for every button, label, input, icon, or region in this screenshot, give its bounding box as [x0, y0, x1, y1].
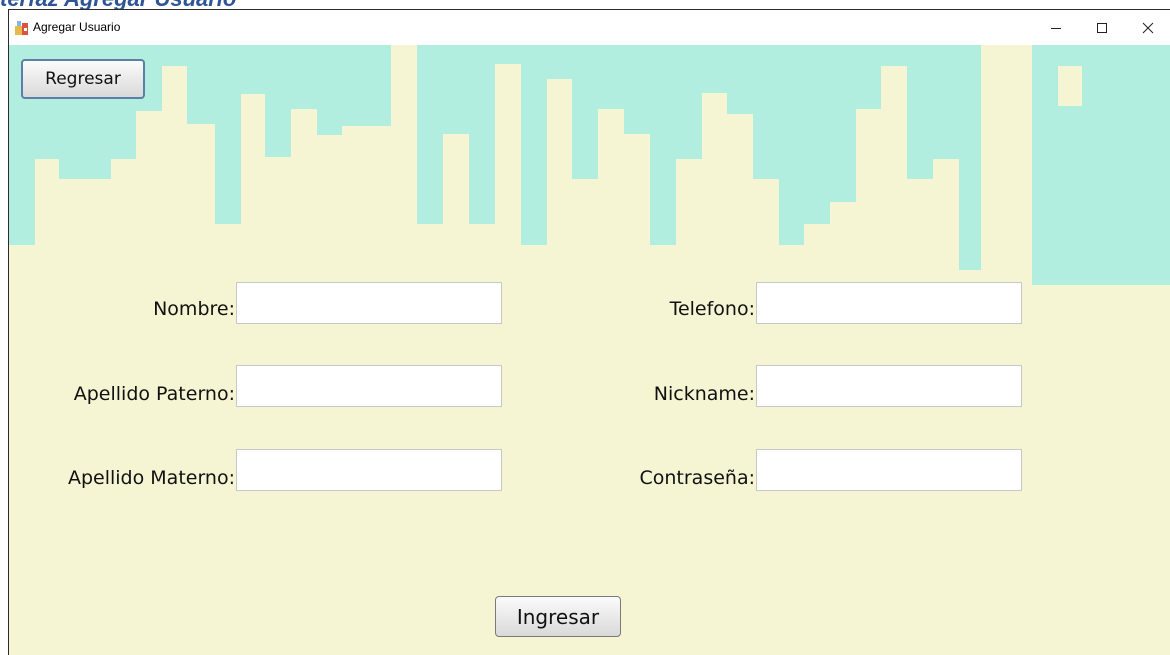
skyline-background	[9, 45, 1170, 285]
client-area: Regresar Nombre: Apellido Paterno: Apell…	[9, 45, 1170, 655]
apellido-paterno-field[interactable]	[236, 365, 502, 407]
agregar-usuario-window: Agregar Usuario Regresar Nombre: Apellid…	[8, 9, 1170, 655]
minimize-icon	[1051, 27, 1061, 29]
maximize-icon	[1097, 22, 1107, 33]
app-icon	[15, 21, 28, 35]
apellido-materno-field[interactable]	[236, 449, 502, 491]
nickname-field[interactable]	[756, 365, 1022, 407]
apellido-materno-label: Apellido Materno:	[67, 467, 235, 489]
telefono-field[interactable]	[756, 282, 1022, 324]
telefono-label: Telefono:	[669, 298, 755, 320]
close-button[interactable]	[1125, 10, 1170, 45]
nickname-label: Nickname:	[653, 383, 755, 405]
maximize-button[interactable]	[1079, 10, 1125, 45]
ingresar-button[interactable]: Ingresar	[495, 596, 621, 637]
contrasena-label: Contraseña:	[639, 467, 755, 489]
regresar-button[interactable]: Regresar	[21, 59, 145, 99]
contrasena-field[interactable]	[756, 449, 1022, 491]
apellido-paterno-label: Apellido Paterno:	[73, 383, 235, 405]
nombre-field[interactable]	[236, 282, 502, 324]
window-title: Agregar Usuario	[33, 20, 121, 34]
minimize-button[interactable]	[1033, 10, 1079, 45]
title-bar[interactable]: Agregar Usuario	[9, 10, 1170, 45]
close-icon	[1142, 22, 1154, 33]
nombre-label: Nombre:	[153, 298, 235, 320]
